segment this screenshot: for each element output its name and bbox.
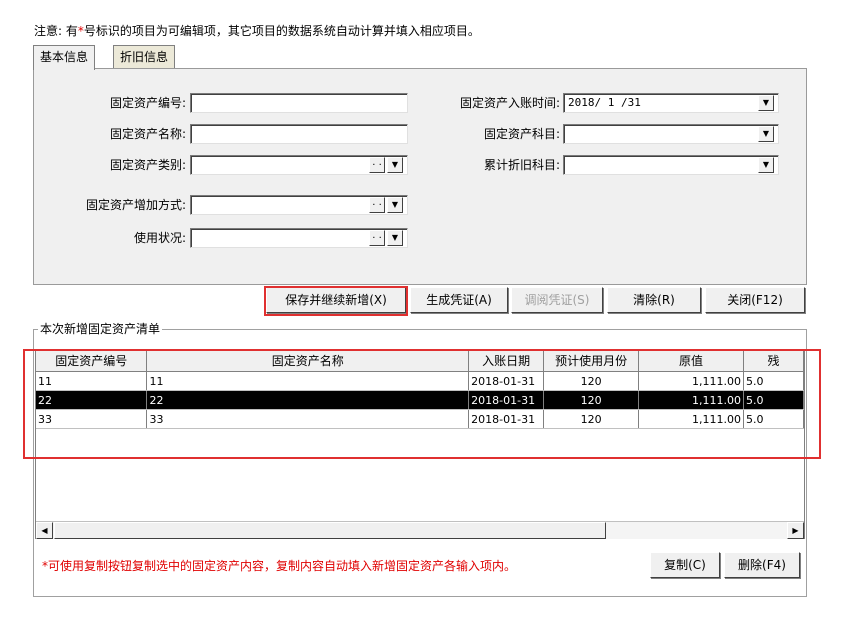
entry-time-picker[interactable]: 2018/ 1 /31 ▼: [563, 93, 779, 113]
asset-account-label: 固定资产科目:: [483, 127, 560, 141]
tab-basic-info[interactable]: 基本信息: [33, 45, 96, 70]
asset-category-field[interactable]: . . ▼: [190, 155, 408, 175]
asset-code-input[interactable]: [190, 93, 408, 113]
usage-status-field[interactable]: . . ▼: [190, 228, 408, 248]
table-highlight: [23, 349, 821, 459]
depreciation-account-dropdown-button[interactable]: ▼: [758, 157, 774, 173]
usage-status-browse-button[interactable]: . .: [369, 230, 385, 246]
new-asset-list-title: 本次新增固定资产清单: [38, 320, 163, 337]
usage-status-dropdown-button[interactable]: ▼: [387, 230, 403, 246]
asset-account-dropdown-button[interactable]: ▼: [758, 126, 774, 142]
scroll-right-icon[interactable]: ▶: [787, 522, 804, 539]
asset-name-input[interactable]: [190, 124, 408, 144]
close-button[interactable]: 关闭(F12): [705, 287, 805, 313]
copy-button[interactable]: 复制(C): [650, 552, 720, 578]
notice-prefix: 注意: 有: [34, 24, 78, 38]
asset-code-label: 固定资产编号:: [109, 96, 186, 110]
depreciation-account-select[interactable]: ▼: [563, 155, 779, 175]
increase-method-browse-button[interactable]: . .: [369, 197, 385, 213]
tab-depreciation-info[interactable]: 折旧信息: [113, 45, 176, 68]
increase-method-dropdown-button[interactable]: ▼: [387, 197, 403, 213]
increase-method-label: 固定资产增加方式:: [85, 198, 186, 212]
tab-depreciation-info-label: 折旧信息: [120, 50, 169, 64]
asset-category-dropdown-button[interactable]: ▼: [387, 157, 403, 173]
asset-account-select[interactable]: ▼: [563, 124, 779, 144]
tab-basic-info-label: 基本信息: [40, 50, 89, 64]
scroll-thumb[interactable]: [54, 522, 606, 539]
notice-suffix: 号标识的项目为可编辑项，其它项目的数据系统自动计算并填入相应项目。: [83, 24, 480, 38]
depreciation-account-label: 累计折旧科目:: [483, 158, 560, 172]
view-voucher-button[interactable]: 调阅凭证(S): [511, 287, 603, 313]
delete-button[interactable]: 删除(F4): [724, 552, 800, 578]
entry-time-value: 2018/ 1 /31: [568, 96, 641, 109]
asset-category-label: 固定资产类别:: [109, 158, 186, 172]
notice-text: 注意: 有*号标识的项目为可编辑项，其它项目的数据系统自动计算并填入相应项目。: [34, 22, 480, 39]
asset-category-browse-button[interactable]: . .: [369, 157, 385, 173]
clear-button[interactable]: 清除(R): [607, 287, 701, 313]
usage-status-label: 使用状况:: [133, 231, 186, 245]
save-button-highlight: [264, 286, 408, 316]
asset-name-label: 固定资产名称:: [109, 127, 186, 141]
increase-method-field[interactable]: . . ▼: [190, 195, 408, 215]
horizontal-scrollbar[interactable]: ◀ ▶: [36, 521, 804, 539]
generate-voucher-button[interactable]: 生成凭证(A): [410, 287, 508, 313]
scroll-left-icon[interactable]: ◀: [36, 522, 53, 539]
copy-hint: *可使用复制按钮复制选中的固定资产内容，复制内容自动填入新增固定资产各输入项内。: [42, 559, 517, 573]
entry-time-dropdown-button[interactable]: ▼: [758, 95, 774, 111]
entry-time-label: 固定资产入账时间:: [459, 96, 560, 110]
